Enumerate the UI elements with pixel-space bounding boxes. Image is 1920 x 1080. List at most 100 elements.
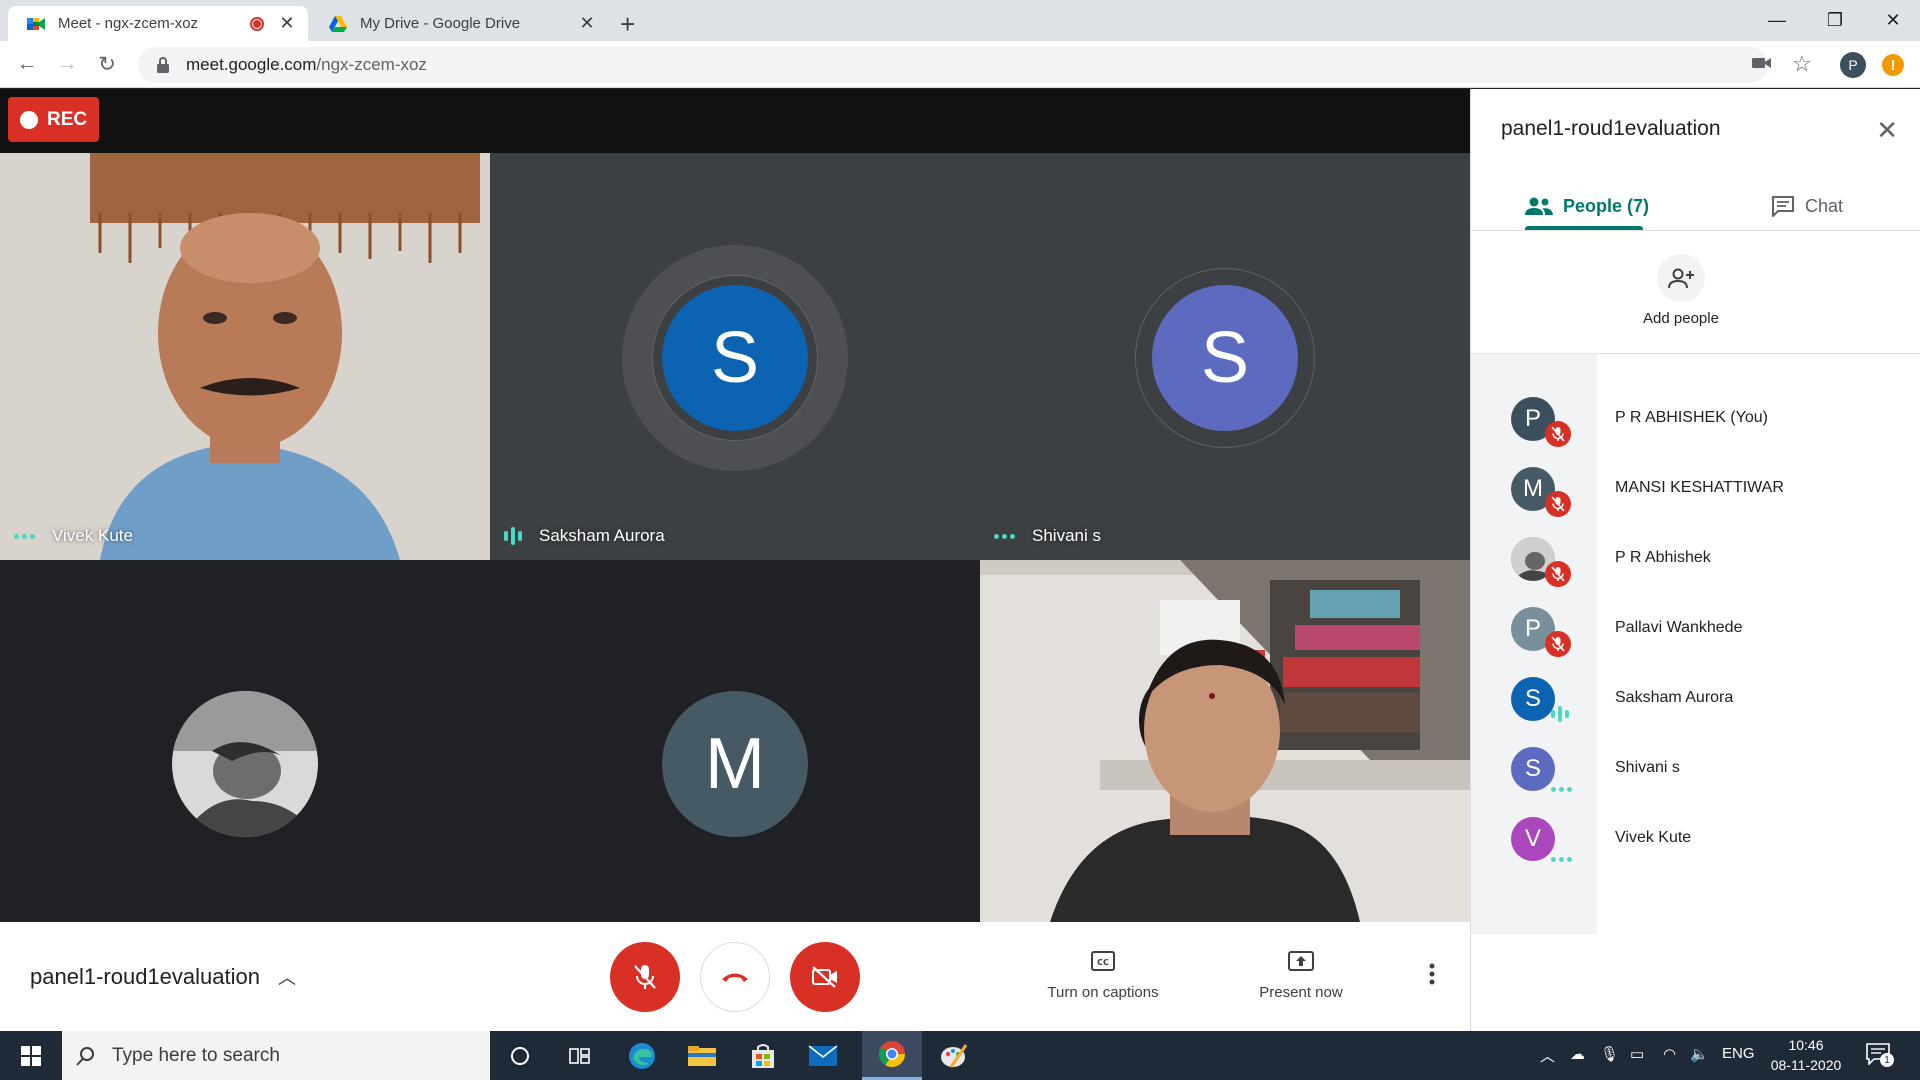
camera-permission-icon[interactable]	[1752, 55, 1772, 71]
participant-name: Vivek Kute	[1615, 829, 1692, 846]
drive-logo-icon	[329, 15, 347, 32]
wifi-icon[interactable]: ◠	[1663, 1045, 1676, 1063]
participant-video	[0, 153, 490, 560]
onedrive-sync-icon[interactable]: ☁	[1570, 1045, 1585, 1063]
tab-title: My Drive - Google Drive	[360, 15, 521, 32]
more-options-dots-icon	[1551, 787, 1575, 792]
people-panel: panel1-roud1evaluation ✕ People (7) Chat	[1470, 89, 1920, 1031]
add-people-button[interactable]: Add people	[1601, 254, 1761, 327]
action-center-button[interactable]: 1	[1866, 1043, 1894, 1070]
minimize-window-icon[interactable]: —	[1748, 0, 1806, 41]
tab-people[interactable]: People (7)	[1525, 185, 1649, 227]
participant-row[interactable]: P Pallavi Wankhede	[1471, 595, 1920, 665]
meeting-controls-bar: panel1-roud1evaluation ︿ CC Turn on capt…	[0, 922, 1470, 1031]
show-hidden-icons-icon[interactable]: ︿	[1540, 1045, 1555, 1066]
participant-row[interactable]: V Vivek Kute	[1471, 805, 1920, 875]
profile-avatar[interactable]: P	[1840, 52, 1866, 78]
mic-toggle-button[interactable]	[610, 942, 680, 1012]
participant-name: Pallavi Wankhede	[1615, 619, 1743, 636]
close-tab-icon[interactable]: ✕	[578, 13, 596, 34]
participant-tile-saksham[interactable]: S Saksham Aurora	[490, 153, 980, 560]
camera-toggle-button[interactable]	[790, 942, 860, 1012]
system-clock[interactable]: 10:46 08-11-2020	[1762, 1035, 1850, 1075]
windows-start-icon[interactable]	[0, 1031, 62, 1080]
close-window-icon[interactable]: ✕	[1864, 0, 1920, 41]
tab-title: Meet - ngx-zcem-xoz	[58, 15, 199, 32]
tab-chat-label: Chat	[1805, 195, 1844, 216]
reload-icon[interactable]: ↻	[92, 49, 122, 79]
meeting-details-toggle[interactable]: panel1-roud1evaluation ︿	[30, 964, 296, 990]
participant-video	[980, 560, 1470, 922]
tab-chat[interactable]: Chat	[1771, 185, 1843, 227]
update-alert-icon[interactable]: !	[1882, 54, 1904, 76]
microsoft-store-icon[interactable]	[733, 1031, 793, 1080]
recording-label: REC	[47, 108, 88, 130]
notification-count-badge: 1	[1880, 1053, 1894, 1067]
participant-row[interactable]: P R Abhishek	[1471, 525, 1920, 595]
more-options-icon[interactable]	[1428, 962, 1436, 986]
lock-icon	[157, 57, 169, 73]
muted-mic-icon	[1545, 631, 1571, 657]
tab-drive[interactable]: My Drive - Google Drive ✕	[310, 6, 608, 41]
svg-text:CC: CC	[1097, 958, 1109, 967]
chat-icon	[1772, 196, 1794, 217]
windows-logo-icon	[21, 1045, 41, 1066]
add-person-icon	[1668, 268, 1694, 289]
clock-time: 10:46	[1788, 1037, 1824, 1053]
participant-name: Shivani s	[1032, 526, 1101, 545]
participant-tile-shivani[interactable]: S Shivani s	[980, 153, 1470, 560]
panel-title: panel1-roud1evaluation	[1501, 117, 1721, 140]
chrome-taskbar-icon[interactable]	[862, 1031, 922, 1080]
hang-up-icon	[722, 973, 748, 982]
participant-row[interactable]: S Saksham Aurora	[1471, 665, 1920, 735]
present-now-button[interactable]: Present now	[1221, 950, 1381, 1001]
participant-nameplate: Saksham Aurora	[504, 526, 665, 546]
muted-mic-icon	[1545, 561, 1571, 587]
participant-row[interactable]: S Shivani s	[1471, 735, 1920, 805]
address-bar[interactable]: meet.google.com/ngx-zcem-xoz	[138, 47, 1768, 83]
participant-tile-photo[interactable]	[0, 560, 490, 922]
battery-icon[interactable]: ▭	[1630, 1045, 1644, 1063]
tab-meet[interactable]: Meet - ngx-zcem-xoz ✕	[8, 6, 308, 41]
leave-call-button[interactable]	[700, 942, 770, 1012]
url-host: meet.google.com	[186, 55, 317, 74]
participant-avatar: S	[1152, 285, 1298, 431]
back-icon[interactable]: ←	[12, 49, 42, 79]
edge-browser-icon[interactable]	[612, 1031, 672, 1080]
participant-avatar: S	[662, 285, 808, 431]
bookmark-star-icon[interactable]: ☆	[1792, 51, 1812, 77]
input-language[interactable]: ENG	[1722, 1045, 1755, 1062]
forward-icon[interactable]: →	[52, 49, 82, 79]
participant-row[interactable]: PP R ABHISHEK (You)	[1471, 385, 1920, 455]
recording-indicator-icon	[250, 16, 264, 31]
muted-mic-icon	[1545, 491, 1571, 517]
microphone-in-use-icon[interactable]: 🎙	[1600, 1045, 1619, 1063]
captions-button[interactable]: CC Turn on captions	[1023, 950, 1183, 1001]
participant-row[interactable]: M MANSI KESHATTIWAR	[1471, 455, 1920, 525]
search-icon	[76, 1046, 94, 1066]
present-screen-icon	[1288, 951, 1314, 971]
tab-people-label: People (7)	[1563, 195, 1650, 216]
participant-tile-mansi[interactable]: M	[490, 560, 980, 922]
meet-logo-icon	[27, 17, 45, 30]
participant-name: Saksham Aurora	[539, 526, 665, 545]
taskbar-search-box[interactable]: Type here to search	[62, 1031, 490, 1080]
restore-window-icon[interactable]: ❐	[1806, 0, 1864, 41]
cortana-icon[interactable]	[490, 1031, 550, 1080]
new-tab-button[interactable]: +	[620, 9, 635, 40]
meeting-top-band	[0, 89, 1470, 153]
file-explorer-icon[interactable]	[672, 1031, 732, 1080]
participant-tile-vivek[interactable]: Vivek Kute	[0, 153, 490, 560]
volume-icon[interactable]: 🔈	[1690, 1045, 1709, 1063]
participant-avatar: S	[1511, 747, 1555, 791]
paint-app-icon[interactable]	[924, 1031, 984, 1080]
close-panel-icon[interactable]: ✕	[1876, 115, 1898, 146]
participant-name: Shivani s	[1615, 759, 1680, 776]
participant-name: Vivek Kute	[52, 526, 133, 545]
mail-icon[interactable]	[793, 1031, 853, 1080]
task-view-icon[interactable]	[550, 1031, 610, 1080]
add-people-label: Add people	[1643, 310, 1719, 327]
participant-tile-video[interactable]	[980, 560, 1470, 922]
close-tab-icon[interactable]: ✕	[278, 13, 296, 34]
participant-nameplate: Vivek Kute	[14, 526, 133, 546]
